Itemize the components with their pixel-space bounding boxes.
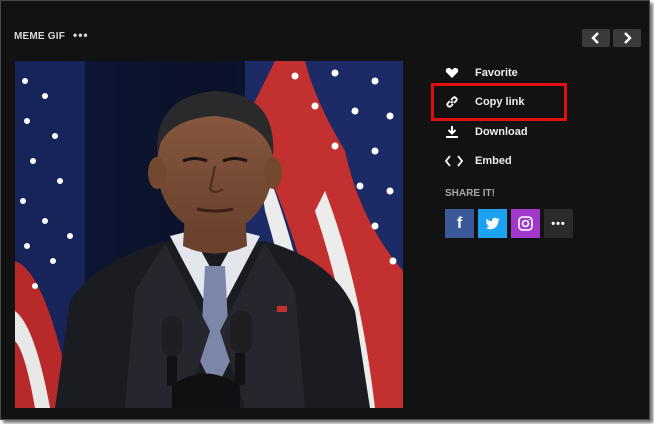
chevron-right-icon [624,32,632,44]
chevron-left-icon [591,32,599,44]
more-options-button[interactable]: ••• [73,28,89,42]
download-button[interactable]: Download [445,122,528,142]
twitter-share-button[interactable] [478,209,507,238]
facebook-icon: f [456,214,463,232]
embed-button[interactable]: Embed [445,151,512,171]
highlight-box [431,83,567,121]
previous-button[interactable] [582,29,610,47]
more-icon: ••• [551,217,566,230]
more-share-button[interactable]: ••• [544,209,573,238]
download-label: Download [475,126,528,138]
facebook-share-button[interactable]: f [445,209,474,238]
favorite-label: Favorite [475,67,518,79]
instagram-icon [518,216,533,231]
heart-icon [445,65,465,81]
share-title: SHARE IT! [445,188,495,199]
favorite-button[interactable]: Favorite [445,63,518,83]
code-icon [445,153,465,169]
instagram-share-button[interactable] [511,209,540,238]
download-icon [445,124,465,140]
gif-image[interactable] [15,61,403,408]
section-title: MEME GIF [14,31,66,42]
gif-image-art [15,61,403,408]
gif-viewer-panel: MEME GIF ••• Favorite Copy link Download… [0,0,650,420]
embed-label: Embed [475,155,512,167]
twitter-icon [484,217,500,229]
next-button[interactable] [613,29,641,47]
